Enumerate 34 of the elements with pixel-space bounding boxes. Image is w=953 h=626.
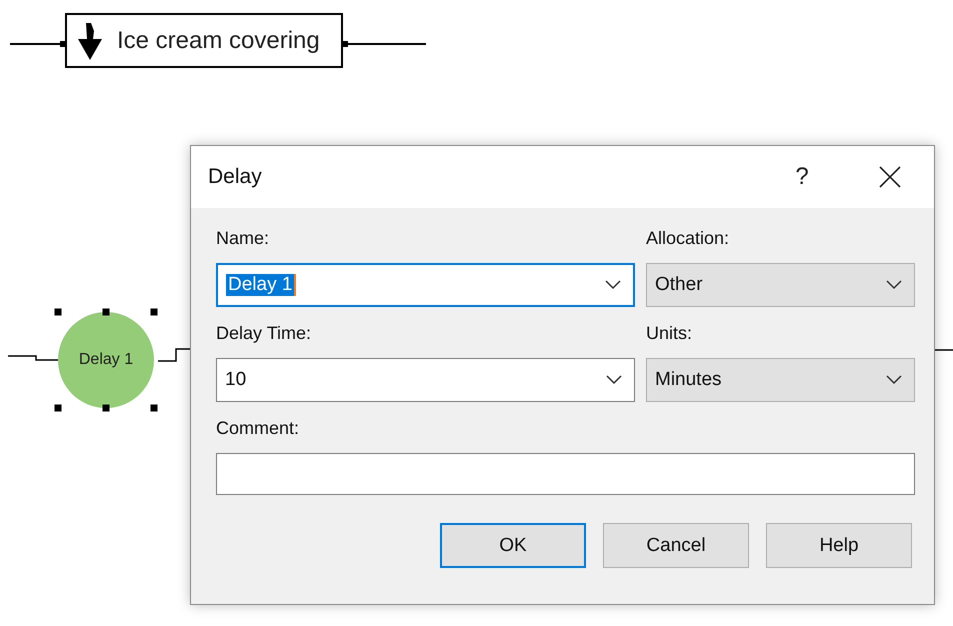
selection-handle[interactable] <box>102 308 110 316</box>
chevron-down-icon <box>606 375 622 385</box>
connector-line <box>8 355 58 361</box>
field-label: Name: <box>216 228 270 249</box>
chevron-down-icon <box>605 280 621 290</box>
activity-label: Ice cream covering <box>117 26 320 54</box>
dropdown[interactable]: Minutes <box>646 358 915 402</box>
connector-line <box>10 40 66 48</box>
cancel-button[interactable]: Cancel <box>603 523 749 568</box>
arrow-down-icon <box>77 20 103 60</box>
chevron-down-icon <box>886 280 902 290</box>
close-icon <box>879 166 901 188</box>
selection-handle[interactable] <box>150 404 158 412</box>
field-label: Delay Time: <box>216 323 312 344</box>
help-button[interactable]: ? <box>758 146 846 208</box>
selection-handle[interactable] <box>150 308 158 316</box>
ok-button[interactable]: OK <box>440 523 586 568</box>
dropdown[interactable]: Other <box>646 263 915 307</box>
selection-handle[interactable] <box>54 404 62 412</box>
selection-handle[interactable] <box>102 404 110 412</box>
window-title: Delay <box>208 165 263 189</box>
connector-line <box>935 348 953 352</box>
selection-handle[interactable] <box>54 308 62 316</box>
chevron-down-icon <box>886 375 902 385</box>
activity-block[interactable]: Ice cream covering <box>65 13 343 68</box>
combo-box[interactable]: Delay 1 <box>216 263 635 307</box>
connector-line <box>158 348 190 362</box>
node-label: Delay 1 <box>78 351 134 369</box>
combo-box[interactable]: 10 <box>216 358 635 402</box>
comment-field[interactable] <box>216 453 915 495</box>
field-label: Units: <box>646 323 694 344</box>
field-label: Comment: <box>216 418 300 439</box>
field-label: Allocation: <box>646 228 730 249</box>
help-button[interactable]: Help <box>766 523 912 568</box>
